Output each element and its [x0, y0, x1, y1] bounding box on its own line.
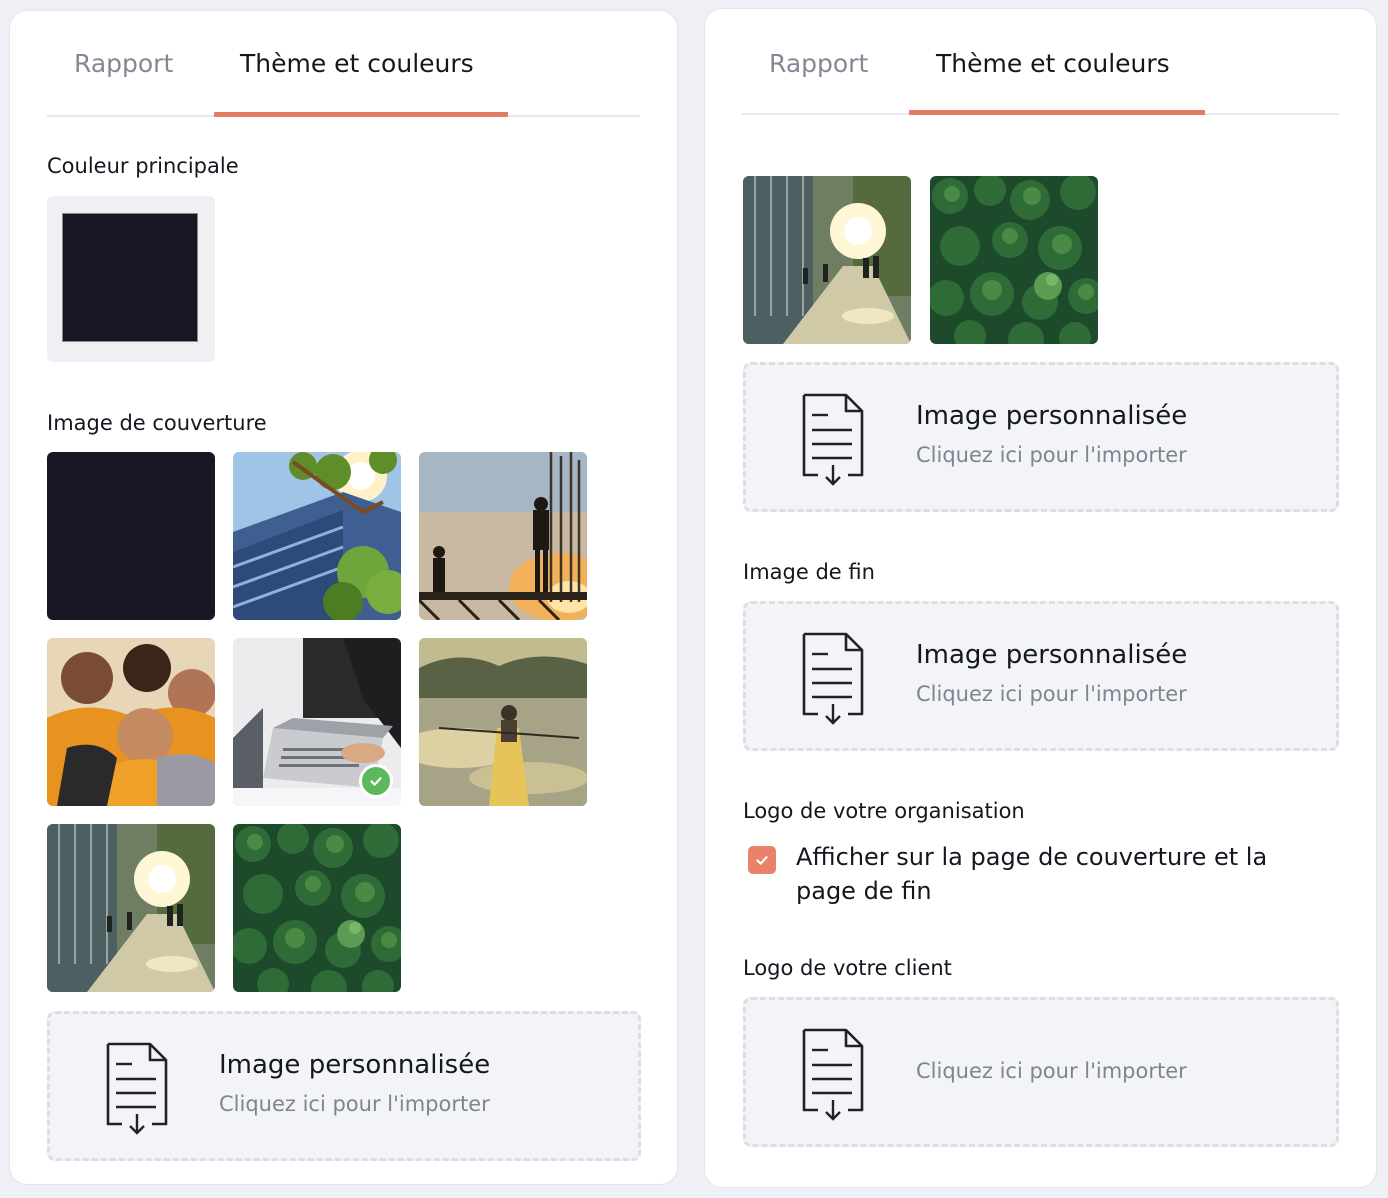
- main-color-picker[interactable]: [47, 196, 215, 362]
- document-upload-icon: [102, 1040, 172, 1136]
- custom-image-subtitle: Cliquez ici pour l'importer: [916, 682, 1187, 706]
- cover-thumb-building-tree[interactable]: [233, 452, 401, 620]
- cover-thumb-laptop-meeting[interactable]: [233, 638, 401, 806]
- cover-custom-image-dropzone[interactable]: Image personnalisée Cliquez ici pour l'i…: [47, 1011, 641, 1161]
- document-upload-icon: [798, 630, 868, 726]
- theme-panel-right: Rapport Thème et couleurs Image personna…: [704, 8, 1377, 1188]
- client-logo-label: Logo de votre client: [743, 956, 952, 980]
- custom-image-subtitle: Cliquez ici pour l'importer: [219, 1092, 490, 1116]
- org-logo-checkbox[interactable]: [748, 846, 776, 874]
- custom-image-subtitle: Cliquez ici pour l'importer: [916, 443, 1187, 467]
- cover-thumb-city-walk[interactable]: [47, 824, 215, 992]
- checkmark-icon: [753, 851, 771, 869]
- cover-thumb-city-walk[interactable]: [743, 176, 911, 344]
- cover-thumb-construction-workers[interactable]: [419, 452, 587, 620]
- cover-image-label: Image de couverture: [47, 411, 267, 435]
- active-tab-indicator: [214, 112, 508, 117]
- selected-check-icon: [359, 764, 393, 798]
- org-logo-checkbox-label[interactable]: Afficher sur la page de couverture et la…: [796, 840, 1286, 908]
- cover-custom-image-dropzone[interactable]: Image personnalisée Cliquez ici pour l'i…: [743, 362, 1339, 512]
- cover-thumb-team-huddle[interactable]: [47, 638, 215, 806]
- cover-thumb-solid-dark[interactable]: [47, 452, 215, 620]
- cover-thumb-forest[interactable]: [930, 176, 1098, 344]
- custom-image-subtitle: Cliquez ici pour l'importer: [916, 1059, 1187, 1083]
- custom-image-title: Image personnalisée: [916, 401, 1188, 431]
- tab-bar: Rapport Thème et couleurs: [742, 9, 1339, 115]
- tab-theme-colors[interactable]: Thème et couleurs: [240, 49, 474, 78]
- tab-rapport[interactable]: Rapport: [769, 49, 868, 78]
- document-upload-icon: [798, 1026, 868, 1122]
- end-custom-image-dropzone[interactable]: Image personnalisée Cliquez ici pour l'i…: [743, 601, 1339, 751]
- end-image-label: Image de fin: [743, 560, 875, 584]
- client-logo-dropzone[interactable]: Cliquez ici pour l'importer: [743, 997, 1339, 1147]
- custom-image-title: Image personnalisée: [219, 1050, 491, 1080]
- tab-rapport[interactable]: Rapport: [74, 49, 173, 78]
- cover-thumb-forest[interactable]: [233, 824, 401, 992]
- tab-bar: Rapport Thème et couleurs: [47, 11, 640, 117]
- active-tab-indicator: [909, 110, 1205, 115]
- cover-thumb-rowing[interactable]: [419, 638, 587, 806]
- theme-panel-left: Rapport Thème et couleurs Couleur princi…: [9, 10, 678, 1185]
- main-color-swatch[interactable]: [62, 213, 198, 342]
- org-logo-label: Logo de votre organisation: [743, 799, 1025, 823]
- custom-image-title: Image personnalisée: [916, 640, 1188, 670]
- main-color-label: Couleur principale: [47, 154, 239, 178]
- document-upload-icon: [798, 391, 868, 487]
- tab-theme-colors[interactable]: Thème et couleurs: [936, 49, 1170, 78]
